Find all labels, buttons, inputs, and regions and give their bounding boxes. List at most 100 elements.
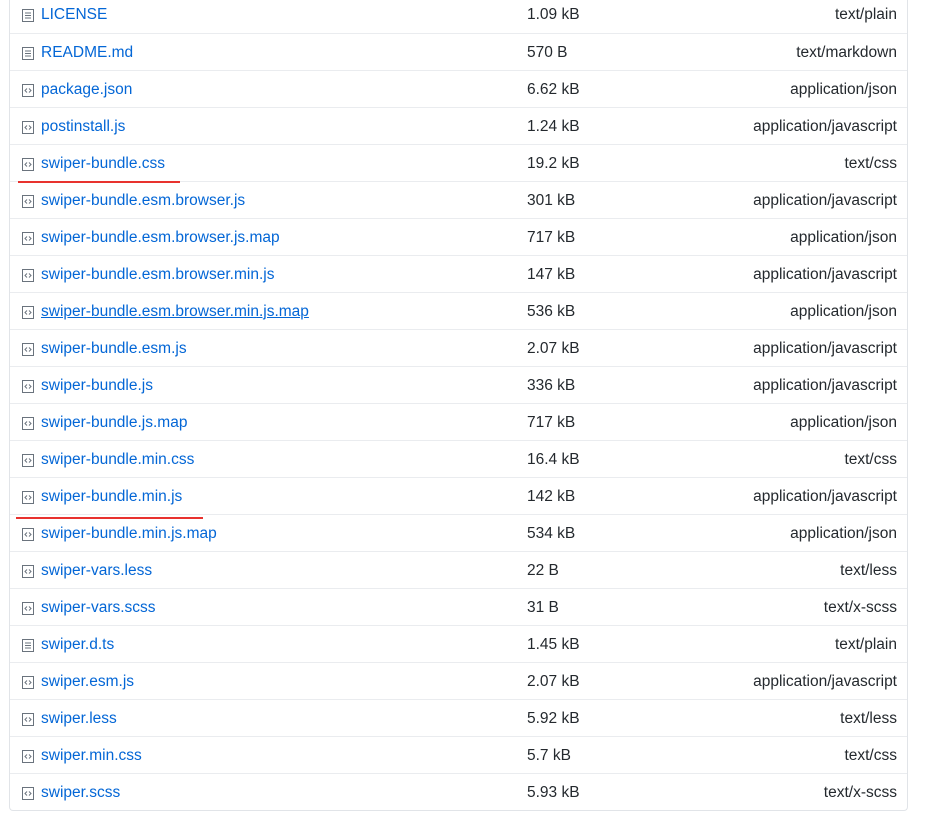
file-link[interactable]: swiper.scss (41, 783, 120, 803)
file-link[interactable]: swiper.esm.js (41, 672, 134, 692)
file-link[interactable]: swiper-bundle.min.js.map (41, 524, 217, 544)
file-type: text/css (844, 155, 897, 172)
file-link[interactable]: swiper-bundle.css (41, 154, 165, 174)
file-code-icon (22, 121, 34, 134)
file-code-icon (22, 306, 34, 319)
file-type: text/plain (834, 636, 897, 653)
file-type: application/javascript (753, 192, 897, 209)
file-type: application/javascript (753, 673, 897, 690)
file-link[interactable]: swiper-bundle.min.css (41, 450, 194, 470)
file-code-icon (22, 417, 34, 430)
file-size: 16.4 kB (527, 451, 580, 468)
file-code-icon (22, 84, 34, 97)
file-row: LICENSE 1.09 kB text/plain (10, 0, 907, 33)
file-row: swiper-bundle.esm.browser.js 301 kB appl… (10, 181, 907, 218)
file-row: swiper-bundle.esm.browser.min.js.map 536… (10, 292, 907, 329)
file-size: 570 B (527, 44, 568, 61)
file-code-icon (22, 787, 34, 800)
file-link[interactable]: swiper-bundle.js.map (41, 413, 187, 433)
file-row: swiper-bundle.min.css 16.4 kB text/css (10, 440, 907, 477)
file-size: 534 kB (527, 525, 576, 542)
file-code-icon (22, 676, 34, 689)
highlight-underline (18, 181, 180, 183)
file-type: application/javascript (753, 340, 897, 357)
file-link[interactable]: swiper-bundle.esm.js (41, 339, 187, 359)
file-type: text/plain (834, 6, 897, 23)
file-type: application/json (790, 414, 897, 431)
file-code-icon (22, 380, 34, 393)
file-type: application/javascript (753, 118, 897, 135)
file-code-icon (22, 454, 34, 467)
file-code-icon (22, 195, 34, 208)
file-row: swiper-bundle.min.js.map 534 kB applicat… (10, 514, 907, 551)
file-list-table: LICENSE 1.09 kB text/plain README.md 570… (9, 0, 908, 811)
file-link[interactable]: swiper.d.ts (41, 635, 114, 655)
file-type: text/less (840, 562, 897, 579)
file-link[interactable]: postinstall.js (41, 117, 125, 137)
file-row: package.json 6.62 kB application/json (10, 70, 907, 107)
file-link[interactable]: swiper-vars.scss (41, 598, 156, 618)
file-code-icon (22, 528, 34, 541)
file-size: 147 kB (527, 266, 576, 283)
file-row: swiper-bundle.css 19.2 kB text/css (10, 144, 907, 181)
file-type: application/javascript (753, 377, 897, 394)
file-link[interactable]: swiper-bundle.esm.browser.js.map (41, 228, 280, 248)
file-size: 5.7 kB (527, 747, 571, 764)
file-type: application/json (790, 81, 897, 98)
file-text-icon (22, 9, 34, 22)
file-row: swiper.esm.js 2.07 kB application/javasc… (10, 662, 907, 699)
file-text-icon (22, 639, 34, 652)
file-code-icon (22, 491, 34, 504)
file-row: swiper-bundle.js 336 kB application/java… (10, 366, 907, 403)
file-size: 536 kB (527, 303, 576, 320)
file-link[interactable]: swiper.min.css (41, 746, 142, 766)
file-size: 22 B (527, 562, 559, 579)
file-row: postinstall.js 1.24 kB application/javas… (10, 107, 907, 144)
file-code-icon (22, 269, 34, 282)
file-row: swiper-vars.scss 31 B text/x-scss (10, 588, 907, 625)
file-row: swiper-bundle.esm.browser.min.js 147 kB … (10, 255, 907, 292)
file-size: 1.09 kB (527, 6, 580, 23)
file-row: swiper-bundle.esm.js 2.07 kB application… (10, 329, 907, 366)
file-type: text/x-scss (823, 784, 897, 801)
file-row: swiper.less 5.92 kB text/less (10, 699, 907, 736)
file-text-icon (22, 47, 34, 60)
file-size: 1.45 kB (527, 636, 580, 653)
file-row: swiper.d.ts 1.45 kB text/plain (10, 625, 907, 662)
file-link[interactable]: package.json (41, 80, 132, 100)
file-link[interactable]: LICENSE (41, 5, 107, 25)
file-link[interactable]: swiper-bundle.min.js (41, 487, 182, 507)
file-row: swiper.min.css 5.7 kB text/css (10, 736, 907, 773)
file-type: text/x-scss (823, 599, 897, 616)
file-size: 717 kB (527, 229, 576, 246)
file-size: 301 kB (527, 192, 576, 209)
file-code-icon (22, 750, 34, 763)
file-link[interactable]: swiper-bundle.esm.browser.js (41, 191, 245, 211)
file-link[interactable]: swiper-bundle.esm.browser.min.js.map (41, 302, 309, 322)
file-type: text/markdown (796, 44, 897, 61)
file-size: 5.93 kB (527, 784, 580, 801)
file-code-icon (22, 343, 34, 356)
file-link[interactable]: swiper.less (41, 709, 117, 729)
file-row: swiper-bundle.esm.browser.js.map 717 kB … (10, 218, 907, 255)
file-size: 142 kB (527, 488, 576, 505)
file-type: application/json (790, 229, 897, 246)
file-type: application/javascript (753, 488, 897, 505)
file-size: 5.92 kB (527, 710, 580, 727)
file-size: 717 kB (527, 414, 576, 431)
file-code-icon (22, 602, 34, 615)
file-type: text/css (844, 747, 897, 764)
file-link[interactable]: swiper-vars.less (41, 561, 152, 581)
file-link[interactable]: README.md (41, 43, 133, 63)
file-size: 2.07 kB (527, 340, 580, 357)
highlight-underline (16, 517, 203, 519)
file-size: 6.62 kB (527, 81, 580, 98)
file-link[interactable]: swiper-bundle.js (41, 376, 153, 396)
file-type: application/json (790, 303, 897, 320)
file-code-icon (22, 713, 34, 726)
file-link[interactable]: swiper-bundle.esm.browser.min.js (41, 265, 274, 285)
file-code-icon (22, 565, 34, 578)
file-size: 1.24 kB (527, 118, 580, 135)
file-size: 31 B (527, 599, 559, 616)
file-code-icon (22, 158, 34, 171)
